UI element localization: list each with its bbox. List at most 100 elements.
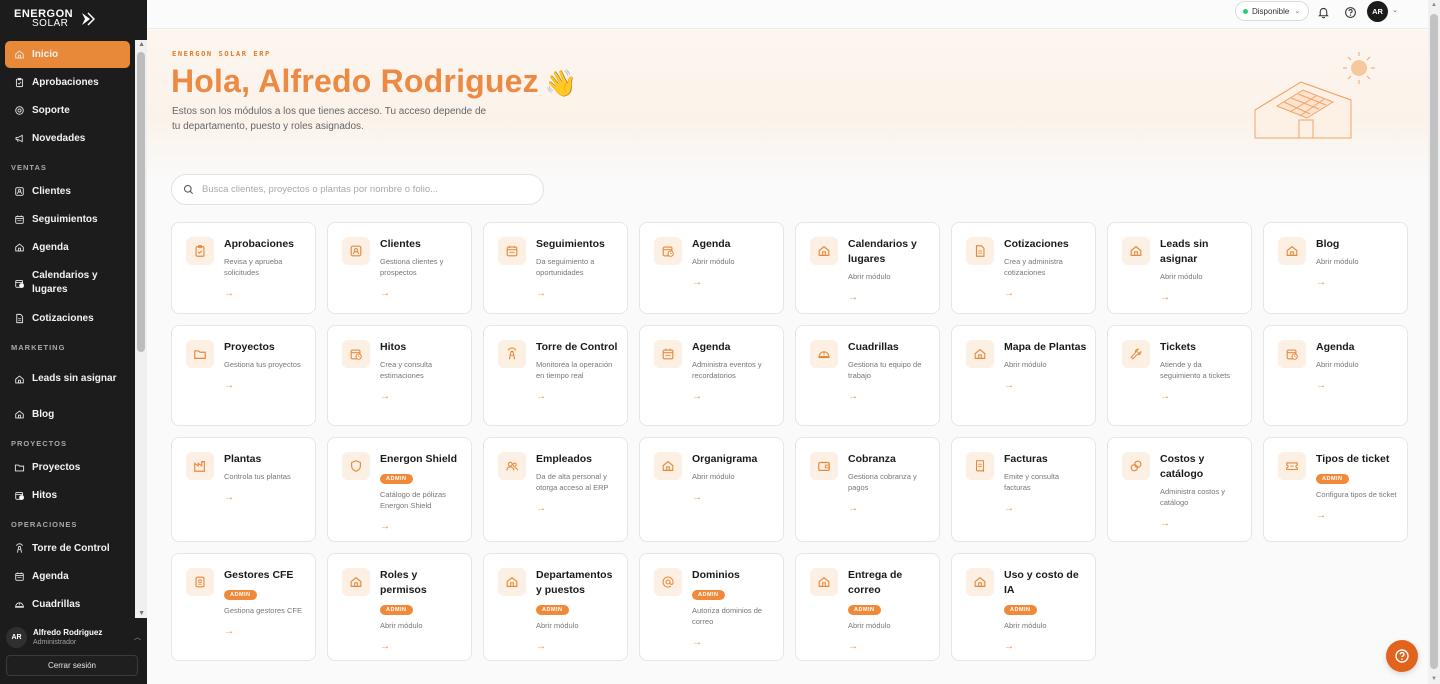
- module-card[interactable]: Tickets Atiende y da seguimiento a ticket…: [1107, 325, 1252, 426]
- module-card[interactable]: Hitos Crea y consulta estimaciones →: [327, 325, 472, 426]
- chevron-up-icon[interactable]: ︿: [134, 632, 141, 642]
- sidebar-item-seguimientos[interactable]: Seguimientos: [5, 206, 130, 233]
- sidebar-scrollbar[interactable]: ▲ ▼: [135, 40, 147, 618]
- sidebar-item-inicio[interactable]: Inicio: [5, 41, 130, 68]
- bell-icon[interactable]: [1315, 4, 1331, 20]
- arrow-right-icon[interactable]: →: [1160, 518, 1243, 529]
- module-card[interactable]: Facturas Emite y consulta facturas →: [951, 437, 1096, 542]
- arrow-right-icon[interactable]: →: [380, 521, 463, 532]
- arrow-right-icon[interactable]: →: [1316, 380, 1399, 391]
- module-card[interactable]: Roles y permisos ADMIN Abrir módulo →: [327, 553, 472, 661]
- module-card[interactable]: Agenda Abrir módulo →: [639, 222, 784, 314]
- arrow-right-icon[interactable]: →: [1316, 510, 1399, 521]
- arrow-right-icon[interactable]: →: [692, 637, 775, 648]
- arrow-right-icon[interactable]: →: [1004, 503, 1087, 514]
- module-card[interactable]: Mapa de Plantas Abrir módulo →: [951, 325, 1096, 426]
- module-card[interactable]: Cotizaciones Crea y administra cotizacion…: [951, 222, 1096, 314]
- arrow-right-icon[interactable]: →: [692, 277, 775, 288]
- module-card[interactable]: Dominios ADMIN Autoriza dominios de correo…: [639, 553, 784, 661]
- module-card[interactable]: Energon Shield ADMIN Catálogo de pólizas E…: [327, 437, 472, 542]
- arrow-right-icon[interactable]: →: [848, 292, 931, 303]
- module-card[interactable]: Costos y catálogo Administra costos y cat…: [1107, 437, 1252, 542]
- scroll-down-icon[interactable]: ▼: [138, 610, 145, 617]
- search-input[interactable]: [202, 184, 522, 195]
- arrow-right-icon[interactable]: →: [224, 492, 307, 503]
- sidebar-item-torre-de-control[interactable]: Torre de Control: [5, 535, 130, 562]
- sidebar-section-label: OPERACIONES: [11, 520, 78, 529]
- module-card[interactable]: Cobranza Gestiona cobranza y pagos →: [795, 437, 940, 542]
- arrow-right-icon[interactable]: →: [1004, 288, 1087, 299]
- sidebar-item-soporte[interactable]: Soporte: [5, 97, 130, 124]
- sidebar-item-blog[interactable]: Blog: [5, 401, 130, 428]
- scroll-up-icon[interactable]: ▲: [138, 41, 145, 48]
- sidebar-item-leads-sin-asignar[interactable]: Leads sin asignar: [5, 358, 130, 400]
- sidebar-item-cotizaciones[interactable]: Cotizaciones: [5, 305, 130, 332]
- arrow-right-icon[interactable]: →: [848, 641, 931, 652]
- sidebar-item-aprobaciones[interactable]: Aprobaciones: [5, 69, 130, 96]
- arrow-right-icon[interactable]: →: [380, 641, 463, 652]
- arrow-right-icon[interactable]: →: [692, 492, 775, 503]
- arrow-right-icon[interactable]: →: [692, 391, 775, 402]
- arrow-right-icon[interactable]: →: [536, 391, 619, 402]
- module-card[interactable]: Organigrama Abrir módulo →: [639, 437, 784, 542]
- module-card[interactable]: Clientes Gestiona clientes y prospectos →: [327, 222, 472, 314]
- sidebar-item-clientes[interactable]: Clientes: [5, 178, 130, 205]
- module-card[interactable]: Entrega de correo ADMIN Abrir módulo →: [795, 553, 940, 661]
- module-card[interactable]: Calendarios y lugares Abrir módulo →: [795, 222, 940, 314]
- arrow-right-icon[interactable]: →: [1160, 292, 1243, 303]
- module-card[interactable]: Blog Abrir módulo →: [1263, 222, 1408, 314]
- arrow-right-icon[interactable]: →: [380, 288, 463, 299]
- arrow-right-icon[interactable]: →: [848, 503, 931, 514]
- module-card[interactable]: Uso y costo de IA ADMIN Abrir módulo →: [951, 553, 1096, 661]
- sidebar-item-hitos[interactable]: Hitos: [5, 482, 130, 509]
- sidebar-item-agenda[interactable]: Agenda: [5, 234, 130, 261]
- module-card[interactable]: Tipos de ticket ADMIN Configura tipos de t…: [1263, 437, 1408, 542]
- module-card[interactable]: Proyectos Gestiona tus proyectos →: [171, 325, 316, 426]
- module-card[interactable]: Plantas Controla tus plantas →: [171, 437, 316, 542]
- arrow-right-icon[interactable]: →: [536, 288, 619, 299]
- arrow-right-icon[interactable]: →: [536, 641, 619, 652]
- search-bar[interactable]: [171, 174, 544, 205]
- scroll-up-icon[interactable]: ▲: [1431, 2, 1437, 8]
- arrow-right-icon[interactable]: →: [1160, 391, 1243, 402]
- arrow-right-icon[interactable]: →: [1004, 380, 1087, 391]
- avatar[interactable]: AR: [1367, 1, 1388, 22]
- module-card[interactable]: Agenda Abrir módulo →: [1263, 325, 1408, 426]
- arrow-right-icon[interactable]: →: [224, 626, 307, 637]
- module-card[interactable]: Empleados Da de alta personal y otorga ac…: [483, 437, 628, 542]
- sidebar-item-calendarios-y-lugares[interactable]: Calendarios y lugares: [5, 262, 130, 304]
- logo[interactable]: ENERGON SOLAR: [0, 0, 147, 38]
- sidebar-item-proyectos[interactable]: Proyectos: [5, 454, 130, 481]
- module-card[interactable]: Aprobaciones Revisa y aprueba solicitudes…: [171, 222, 316, 314]
- module-card[interactable]: Seguimientos Da seguimiento a oportunidad…: [483, 222, 628, 314]
- help-chat-button[interactable]: [1386, 640, 1418, 672]
- calendar-icon: [13, 214, 25, 226]
- sidebar-item-novedades[interactable]: Novedades: [5, 125, 130, 152]
- module-card[interactable]: Torre de Control Monitorea la operación e…: [483, 325, 628, 426]
- arrow-right-icon[interactable]: →: [1316, 277, 1399, 288]
- module-card[interactable]: Agenda Administra eventos y recordatorios…: [639, 325, 784, 426]
- user-menu[interactable]: AR Alfredo Rodriguez Administrador ︿: [0, 622, 147, 652]
- module-grid: Aprobaciones Revisa y aprueba solicitudes…: [171, 222, 1408, 661]
- module-card[interactable]: Gestores CFE ADMIN Gestiona gestores CFE →: [171, 553, 316, 661]
- module-card[interactable]: Leads sin asignar Abrir módulo →: [1107, 222, 1252, 314]
- sidebar-item-cuadrillas[interactable]: Cuadrillas: [5, 591, 130, 618]
- arrow-right-icon[interactable]: →: [380, 391, 463, 402]
- help-circle-icon[interactable]: [1342, 4, 1358, 20]
- scroll-down-icon[interactable]: ▼: [1431, 676, 1437, 682]
- arrow-right-icon[interactable]: →: [224, 288, 307, 299]
- logout-button[interactable]: Cerrar sesión: [6, 655, 138, 676]
- status-selector[interactable]: Disponible ⌄: [1235, 1, 1309, 21]
- arrow-right-icon[interactable]: →: [1004, 641, 1087, 652]
- module-description: Da seguimiento a oportunidades: [536, 257, 595, 277]
- chevron-down-icon[interactable]: ⌄: [1392, 6, 1398, 14]
- sidebar-scrollbar-thumb[interactable]: [137, 52, 145, 352]
- arrow-right-icon[interactable]: →: [536, 503, 619, 514]
- page-scrollbar[interactable]: ▲ ▼: [1428, 0, 1440, 684]
- module-card[interactable]: Cuadrillas Gestiona tu equipo de trabajo →: [795, 325, 940, 426]
- module-card[interactable]: Departamentos y puestos ADMIN Abrir módulo…: [483, 553, 628, 661]
- arrow-right-icon[interactable]: →: [224, 380, 307, 391]
- arrow-right-icon[interactable]: →: [848, 391, 931, 402]
- sidebar-item-agenda[interactable]: Agenda: [5, 563, 130, 590]
- page-scrollbar-thumb[interactable]: [1430, 14, 1438, 669]
